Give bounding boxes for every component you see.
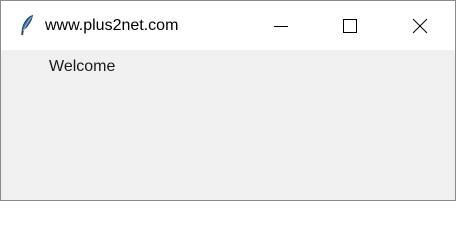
maximize-icon — [342, 18, 358, 34]
maximize-button[interactable] — [315, 1, 384, 50]
app-window: www.plus2net.com Welcome — [0, 0, 456, 201]
close-icon — [412, 18, 428, 34]
welcome-label: Welcome — [49, 58, 116, 75]
title-bar[interactable]: www.plus2net.com — [1, 1, 455, 50]
minimize-icon — [273, 18, 289, 34]
close-button[interactable] — [385, 1, 454, 50]
client-area: Welcome — [1, 50, 455, 200]
feather-icon[interactable] — [19, 14, 35, 36]
minimize-button[interactable] — [246, 1, 315, 50]
window-title: www.plus2net.com — [45, 17, 179, 34]
